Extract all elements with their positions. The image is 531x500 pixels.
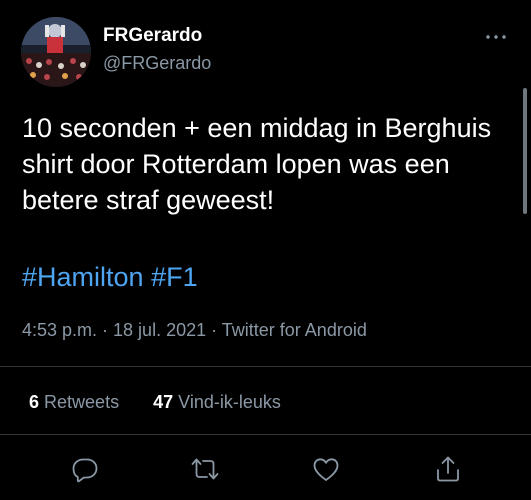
divider — [0, 434, 531, 435]
retweets-count: 6 — [29, 392, 40, 412]
like-button[interactable] — [311, 454, 341, 484]
likes-count: 47 — [153, 392, 174, 412]
hashtag-link-f1[interactable]: #F1 — [151, 262, 198, 292]
reply-button[interactable] — [70, 454, 100, 484]
author-handle[interactable]: @FRGerardo — [103, 53, 211, 74]
retweet-icon — [191, 458, 219, 480]
share-icon — [437, 456, 459, 482]
heart-icon — [313, 458, 339, 481]
likes-stat[interactable]: 47 Vind-ik-leuks — [153, 392, 281, 413]
tweet-timestamp[interactable]: 4:53 p.m. · 18 jul. 2021 · Twitter for A… — [22, 320, 367, 341]
reply-icon — [72, 458, 98, 483]
more-horizontal-icon[interactable] — [484, 30, 508, 44]
author-display-name[interactable]: FRGerardo — [103, 25, 202, 47]
retweet-button[interactable] — [190, 454, 220, 484]
tweet-text: 10 seconden + een middag in Berghuis shi… — [22, 113, 492, 215]
scrollbar[interactable] — [523, 88, 527, 214]
avatar-photo-icon — [21, 17, 91, 87]
hashtag-link-hamilton[interactable]: #Hamilton — [22, 262, 144, 292]
divider — [0, 366, 531, 367]
share-button[interactable] — [433, 454, 463, 484]
tweet-hashtags: #Hamilton #F1 — [22, 259, 198, 295]
likes-label: Vind-ik-leuks — [178, 392, 281, 412]
retweets-stat[interactable]: 6 Retweets — [29, 392, 119, 413]
retweets-label: Retweets — [44, 392, 120, 412]
tweet-stats: 6 Retweets 47 Vind-ik-leuks — [29, 392, 281, 413]
avatar[interactable] — [21, 17, 91, 87]
